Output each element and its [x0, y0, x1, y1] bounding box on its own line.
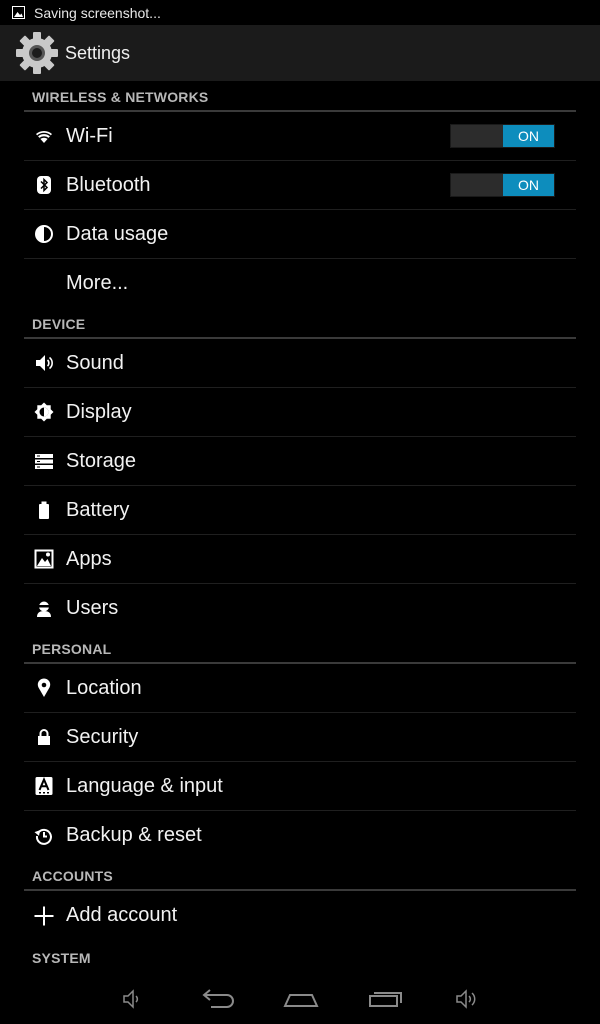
home-icon[interactable] [282, 986, 320, 1012]
settings-gear-icon[interactable] [14, 30, 60, 76]
settings-item-label: Battery [66, 498, 130, 521]
battery-icon [39, 501, 49, 519]
status-notification-text: Saving screenshot... [34, 4, 161, 21]
section-header-system: SYSTEM [24, 940, 576, 971]
bluetooth-icon [37, 176, 51, 194]
sound-icon [36, 355, 53, 371]
bluetooth-toggle[interactable]: ON [450, 173, 555, 197]
wifi-toggle[interactable]: ON [450, 124, 555, 148]
settings-item-label: Wi-Fi [66, 124, 113, 147]
settings-item-sound[interactable]: Sound [24, 339, 576, 388]
volume-up-icon[interactable] [455, 986, 479, 1012]
backup-icon [34, 828, 52, 845]
settings-item-display[interactable]: Display [24, 388, 576, 437]
language-icon [35, 776, 53, 795]
lock-icon [38, 729, 50, 745]
plus-icon [34, 906, 54, 925]
settings-item-apps[interactable]: Apps [24, 535, 576, 584]
settings-item-wifi[interactable]: Wi-Fi ON [24, 112, 576, 161]
settings-item-label: Location [66, 676, 142, 699]
settings-list: WIRELESS & NETWORKS Wi-Fi ON Bluetooth O… [24, 81, 576, 971]
section-header-accounts: ACCOUNTS [24, 860, 576, 891]
settings-item-label: Storage [66, 449, 137, 472]
back-icon[interactable] [199, 986, 237, 1012]
settings-item-label: Bluetooth [66, 173, 151, 196]
section-header-personal-label: PERSONAL [32, 641, 112, 657]
wifi-toggle-state: ON [503, 125, 554, 147]
apps-icon [34, 549, 54, 569]
settings-item-security[interactable]: Security [24, 713, 576, 762]
settings-item-language-input[interactable]: Language & input [24, 762, 576, 811]
settings-item-label: More... [66, 272, 129, 294]
section-header-accounts-label: ACCOUNTS [32, 868, 113, 884]
bluetooth-toggle-state: ON [503, 174, 554, 196]
section-header-wireless-label: WIRELESS & NETWORKS [32, 89, 209, 105]
display-icon [34, 402, 54, 422]
section-header-personal: PERSONAL [24, 633, 576, 664]
settings-item-label: Apps [66, 547, 112, 570]
settings-item-label: Display [66, 400, 132, 423]
settings-item-storage[interactable]: Storage [24, 437, 576, 486]
screenshot-icon [12, 6, 25, 19]
section-header-system-label: SYSTEM [32, 950, 91, 966]
settings-item-bluetooth[interactable]: Bluetooth ON [24, 161, 576, 210]
settings-item-label: Users [66, 597, 119, 619]
settings-item-users[interactable]: Users [24, 584, 576, 633]
users-icon [37, 601, 51, 617]
settings-item-label: Sound [66, 351, 124, 374]
settings-item-data-usage[interactable]: Data usage [24, 210, 576, 259]
settings-item-label: Language & input [66, 774, 223, 797]
wifi-icon [36, 130, 52, 143]
section-header-device-label: DEVICE [32, 316, 86, 332]
navigation-bar [0, 976, 600, 1024]
settings-item-location[interactable]: Location [24, 664, 576, 713]
volume-down-icon[interactable] [122, 986, 144, 1012]
settings-item-battery[interactable]: Battery [24, 486, 576, 535]
section-header-device: DEVICE [24, 308, 576, 339]
settings-item-add-account[interactable]: Add account [24, 891, 576, 940]
section-header-wireless: WIRELESS & NETWORKS [24, 81, 576, 112]
page-title: Settings [65, 42, 131, 63]
settings-item-label: Add account [66, 904, 178, 926]
settings-item-label: Security [66, 725, 139, 748]
settings-item-label: Data usage [66, 222, 169, 245]
settings-item-label: Backup & reset [66, 824, 202, 846]
status-bar: Saving screenshot... [0, 0, 600, 25]
action-bar: Settings [0, 25, 600, 81]
storage-icon [35, 454, 53, 469]
settings-item-backup-reset[interactable]: Backup & reset [24, 811, 576, 860]
settings-item-more[interactable]: More... [24, 259, 576, 308]
data-usage-icon [35, 225, 53, 243]
recent-apps-icon[interactable] [366, 986, 404, 1012]
location-icon [37, 678, 51, 697]
